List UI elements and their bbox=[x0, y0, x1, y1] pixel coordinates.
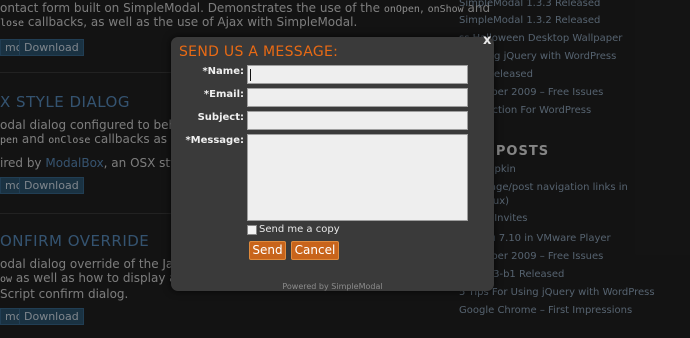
name-field[interactable] bbox=[247, 65, 468, 84]
email-label: *Email: bbox=[203, 89, 244, 100]
send-copy-checkbox[interactable] bbox=[247, 225, 257, 235]
subject-label: Subject: bbox=[197, 112, 244, 123]
powered-by-text: Powered by SimpleModal bbox=[282, 282, 383, 291]
email-field[interactable] bbox=[247, 88, 468, 107]
name-label: *Name: bbox=[202, 66, 244, 77]
send-copy-label[interactable]: Send me a copy bbox=[259, 224, 340, 235]
modal-title: SEND US A MESSAGE: bbox=[179, 44, 339, 60]
message-label: *Message: bbox=[185, 135, 244, 146]
close-icon[interactable]: x bbox=[483, 34, 493, 48]
send-button[interactable]: Send bbox=[249, 241, 286, 260]
cancel-button[interactable]: Cancel bbox=[291, 241, 339, 260]
message-textarea[interactable] bbox=[247, 134, 468, 221]
subject-field[interactable] bbox=[247, 111, 468, 130]
